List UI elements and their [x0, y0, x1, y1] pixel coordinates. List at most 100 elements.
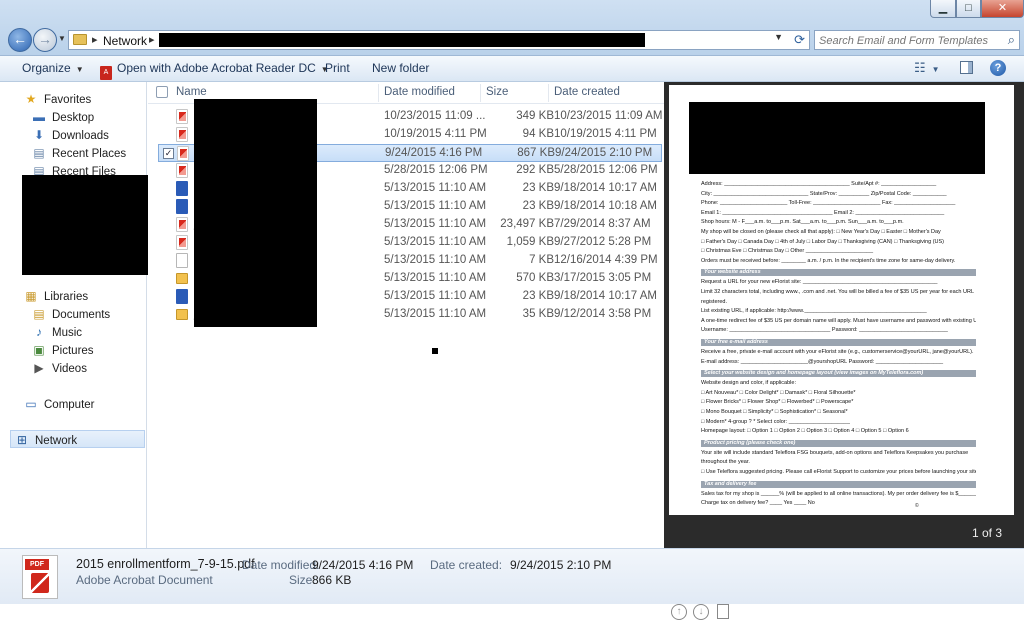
details-size: 866 KB — [312, 573, 352, 587]
column-date-created[interactable]: Date created — [554, 86, 620, 98]
pdf-file-icon — [176, 163, 188, 178]
select-all-checkbox[interactable] — [156, 86, 168, 98]
nav-videos[interactable]: ▶ Videos — [32, 359, 87, 377]
videos-icon: ▶ — [34, 361, 44, 375]
recent-pages-dropdown[interactable]: ▼ — [58, 34, 66, 43]
nav-pictures[interactable]: ▣ Pictures — [32, 341, 93, 359]
minimize-button[interactable]: ▁ — [930, 0, 956, 18]
doc-line: Orders must be received before: ________… — [701, 257, 956, 264]
nav-recent-places[interactable]: ▤ Recent Places — [32, 144, 126, 162]
file-date-created: 10/23/2015 11:09 AM — [554, 110, 663, 122]
pictures-icon: ▣ — [33, 343, 45, 357]
breadcrumb-network[interactable]: Network — [103, 34, 147, 48]
doc-section-header: Your website address — [701, 269, 976, 277]
column-date-modified[interactable]: Date modified — [384, 86, 455, 98]
search-box[interactable]: ⌕ — [814, 30, 1020, 50]
file-date-created: 9/18/2014 10:17 AM — [554, 290, 657, 302]
details-filetype: Adobe Acrobat Document — [76, 573, 213, 587]
nav-favorites[interactable]: ★ Favorites — [24, 90, 92, 108]
doc-line: Phone: ______________________ Toll-Free:… — [701, 200, 956, 207]
print-button[interactable]: Print — [325, 61, 350, 75]
search-icon[interactable]: ⌕ — [1008, 32, 1015, 48]
file-date-modified: 5/13/2015 11:10 AM — [384, 200, 487, 212]
file-date-created: 7/29/2014 8:37 AM — [554, 218, 651, 230]
view-options-icon[interactable]: ☷ ▼ — [914, 60, 940, 76]
nav-downloads[interactable]: ⬇ Downloads — [32, 126, 109, 144]
next-page-icon[interactable]: ↓ — [693, 604, 709, 620]
nav-music[interactable]: ♪ Music — [32, 323, 82, 341]
doc-line: □ Christmas Eve □ Christmas Day □ Other … — [701, 248, 874, 255]
previous-page-icon[interactable]: ↑ — [671, 604, 687, 620]
details-pane: PDF 2015 enrollmentform_7-9-15.pdf Adobe… — [0, 548, 1024, 604]
file-date-modified: 10/19/2015 4:11 PM — [384, 128, 487, 140]
column-size[interactable]: Size — [486, 86, 508, 98]
nav-label: Computer — [44, 399, 95, 411]
nav-label: Libraries — [44, 291, 89, 303]
search-input[interactable] — [819, 33, 997, 48]
help-icon[interactable]: ? — [990, 60, 1006, 76]
nav-network[interactable]: ⊞ Network — [10, 430, 145, 448]
file-size: 94 KB — [522, 128, 554, 140]
file-date-created: 9/24/2015 2:10 PM — [555, 147, 653, 159]
navigation-pane: ★ Favorites ▬ Desktop ⬇ Downloads ▤ Recent P… — [0, 82, 156, 548]
doc-line: □ Mono Bouquet □ Simplicity* □ Sophistic… — [701, 409, 848, 415]
document-preview-page[interactable]: Address: _______________________________… — [669, 85, 1014, 515]
row-checkbox[interactable]: ✓ — [163, 148, 174, 159]
doc-line: Request a URL for your new eFlorist site… — [701, 279, 938, 286]
file-date-modified: 5/13/2015 11:10 AM — [384, 182, 487, 194]
doc-line: registered. — [701, 298, 727, 305]
forward-button[interactable]: → — [33, 28, 57, 52]
file-size: 7 KB — [529, 254, 554, 266]
breadcrumb-separator[interactable]: ▸ — [149, 33, 155, 46]
file-size: 1,059 KB — [506, 236, 554, 248]
redacted-nav-items — [22, 175, 156, 275]
nav-computer[interactable]: ▭ Computer — [24, 395, 95, 413]
column-divider[interactable] — [378, 84, 379, 102]
nav-label: Documents — [52, 309, 111, 321]
file-date-modified: 10/23/2015 11:09 ... — [384, 110, 486, 122]
breadcrumb-separator[interactable]: ▸ — [92, 33, 98, 46]
doc-file-icon — [176, 199, 188, 214]
new-folder-button[interactable]: New folder — [372, 61, 429, 75]
doc-line: Limit 32 characters total, including www… — [701, 289, 975, 295]
preview-pane-icon[interactable] — [960, 61, 973, 74]
doc-line: Email 1: _______________________________… — [701, 209, 945, 216]
computer-icon: ▭ — [25, 397, 37, 411]
mouse-cursor — [432, 348, 438, 354]
nav-documents[interactable]: ▤ Documents — [32, 305, 110, 323]
address-history-icon[interactable]: ▼ — [774, 32, 783, 42]
doc-section-header: Product pricing (please check one) — [701, 439, 976, 447]
file-date-modified: 5/13/2015 11:10 AM — [384, 290, 487, 302]
column-name[interactable]: Name — [176, 86, 207, 98]
address-bar[interactable]: ▸ Network ▸ ▼ ⟳ — [68, 30, 810, 50]
details-date-created-label: Date created: — [430, 558, 503, 572]
back-button[interactable]: ← — [8, 28, 32, 52]
organize-button[interactable]: Organize ▼ — [22, 61, 84, 75]
folder-icon — [73, 34, 87, 45]
downloads-icon: ⬇ — [33, 128, 45, 142]
file-size: 349 KB — [516, 110, 554, 122]
column-divider[interactable] — [480, 84, 481, 102]
column-divider[interactable] — [548, 84, 549, 102]
file-date-created: 9/18/2014 10:17 AM — [554, 182, 657, 194]
open-with-button[interactable]: A Open with Adobe Acrobat Reader DC ▼ — [100, 61, 329, 80]
details-date-modified-label: Date modified: — [242, 558, 320, 572]
file-size: 23 KB — [522, 182, 554, 194]
nav-libraries[interactable]: ▦ Libraries — [24, 287, 88, 305]
page-icon[interactable] — [717, 604, 729, 619]
preview-pane: Address: _______________________________… — [664, 82, 1024, 620]
doc-line: Receive a free, private e-mail account w… — [701, 349, 974, 355]
refresh-icon[interactable]: ⟳ — [794, 32, 805, 48]
maximize-button[interactable]: □ — [956, 0, 981, 18]
close-button[interactable]: ✕ — [981, 0, 1024, 18]
file-list: Name Date modified Size Date created v10… — [148, 82, 664, 548]
pdf-file-icon — [176, 127, 188, 142]
pdf-file-icon: PDF — [22, 555, 58, 599]
organize-label: Organize — [22, 61, 71, 75]
desktop-icon: ▬ — [33, 110, 45, 124]
doc-section-header: Select your website design and homepage … — [701, 370, 976, 378]
file-date-modified: 9/24/2015 4:16 PM — [385, 147, 483, 159]
doc-line: Shop hours: M - F___a.m. to___p.m. Sat__… — [701, 219, 904, 226]
nav-desktop[interactable]: ▬ Desktop — [32, 108, 94, 126]
file-date-modified: 5/13/2015 11:10 AM — [384, 272, 487, 284]
